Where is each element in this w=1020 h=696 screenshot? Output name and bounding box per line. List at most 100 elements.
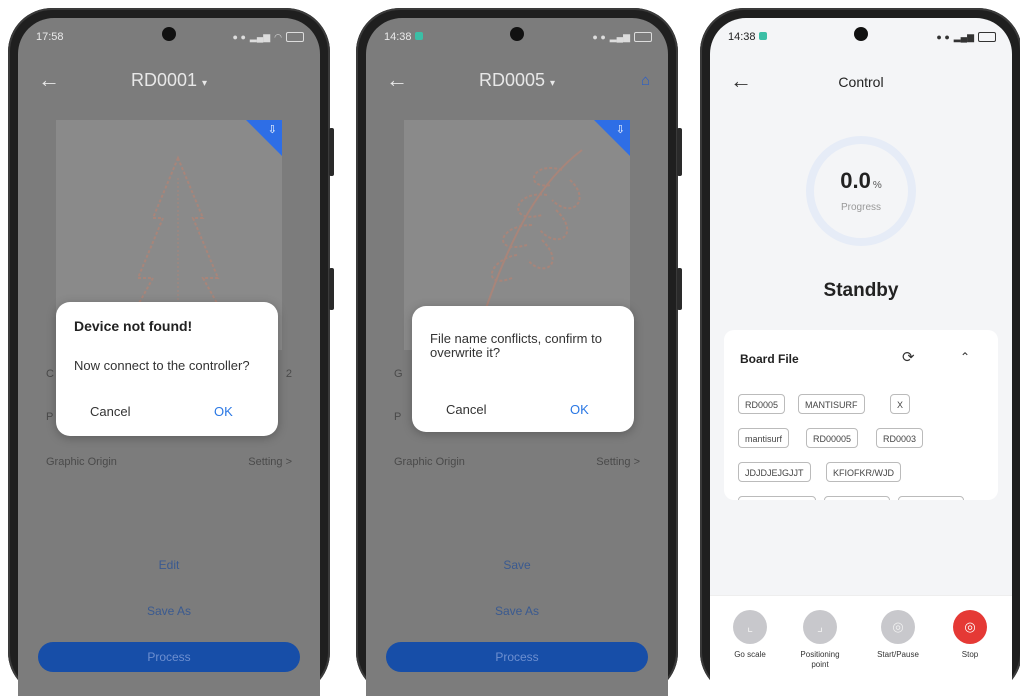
notification-icon: ● ● xyxy=(936,32,950,42)
status-time: 14:38 xyxy=(384,31,423,43)
graphic-origin-label: Graphic Origin xyxy=(46,456,117,468)
save-as-link[interactable]: Save As xyxy=(366,604,668,618)
progress-label: Progress xyxy=(840,202,881,213)
save-link[interactable]: Save xyxy=(366,558,668,572)
camera-icon xyxy=(162,27,176,41)
file-chip-partial[interactable] xyxy=(898,496,964,500)
status-time: 17:58 xyxy=(36,31,64,43)
positioning-point-icon: ⌟ xyxy=(803,610,837,644)
file-chip[interactable]: RD0003 xyxy=(876,428,924,448)
row-graphic-origin[interactable]: Graphic Origin Setting > xyxy=(394,456,640,468)
file-chip[interactable]: MANTISURF xyxy=(798,394,865,414)
file-chip[interactable]: RD0005 xyxy=(738,394,786,414)
power-button xyxy=(677,268,682,310)
go-scale-label: Go scale xyxy=(734,650,766,659)
status-icons: ● ● ▂▄▆ ◠ xyxy=(233,32,304,43)
board-file-title: Board File xyxy=(740,352,799,366)
dialog-ok-button[interactable]: OK xyxy=(570,402,589,417)
status-time: 14:38 xyxy=(728,31,767,43)
file-chip[interactable]: X xyxy=(890,394,911,414)
row-c-value: 2 xyxy=(285,368,292,380)
process-button[interactable]: Process xyxy=(38,642,300,672)
status-icons: ● ● ▂▄▆ xyxy=(592,32,652,43)
file-chip[interactable]: JDJDJEJGJJT xyxy=(738,462,811,482)
notification-icon: ● ● xyxy=(232,32,246,42)
power-button xyxy=(329,268,334,310)
go-scale-icon: ⌞ xyxy=(733,610,767,644)
leaf-design-image xyxy=(481,149,583,321)
signal-icon: ▂▄▆ xyxy=(953,31,974,42)
camera-icon xyxy=(854,27,868,41)
stop-label: Stop xyxy=(961,650,979,659)
go-scale-button[interactable]: ⌞ Go scale xyxy=(722,610,778,660)
row-c-label: C xyxy=(46,368,54,380)
row-g-label: G xyxy=(394,368,403,380)
device-not-found-dialog: Device not found! Now connect to the con… xyxy=(56,302,278,436)
screen: 14:38 ● ● ▂▄▆ ← RD0005 ▾ ⌂ ⇩ G P Graphic… xyxy=(366,18,668,696)
graphic-origin-setting[interactable]: Setting > xyxy=(596,456,640,468)
file-title[interactable]: RD0005 ▾ xyxy=(366,70,668,91)
camera-icon xyxy=(510,27,524,41)
file-title-text: RD0001 xyxy=(130,69,197,90)
screen: 14:38 ● ● ▂▄▆ ← Control 0.0% Progress St… xyxy=(710,18,1012,696)
edit-link[interactable]: Edit xyxy=(18,558,320,572)
volume-button xyxy=(677,128,682,176)
dialog-message: File name conflicts, confirm to overwrit… xyxy=(430,331,602,360)
laser-icon: ⇩ xyxy=(615,124,625,136)
phone-control: 14:38 ● ● ▂▄▆ ← Control 0.0% Progress St… xyxy=(700,8,1020,696)
caret-down-icon: ▾ xyxy=(202,77,208,89)
dialog-ok-button[interactable]: OK xyxy=(214,404,233,419)
file-title-text: RD0005 xyxy=(478,69,545,90)
screen: 17:58 ● ● ▂▄▆ ◠ ← RD0001 ▾ ⇩ C 2 P Graph… xyxy=(18,18,320,696)
chevron-up-icon[interactable]: ⌃ xyxy=(960,350,970,364)
caret-down-icon: ▾ xyxy=(550,77,556,89)
wifi-icon: ◠ xyxy=(274,31,282,42)
progress-unit: % xyxy=(872,180,882,191)
file-title[interactable]: RD0001 ▾ xyxy=(18,70,320,91)
chevron-right-icon: > xyxy=(633,456,640,468)
dialog-message: Now connect to the controller? xyxy=(74,358,250,373)
file-conflict-dialog: File name conflicts, confirm to overwrit… xyxy=(412,306,634,432)
file-chip[interactable]: mantisurf xyxy=(738,428,790,448)
start-pause-label: Start/Pause xyxy=(877,650,919,659)
page-title: Control xyxy=(838,74,884,90)
file-chip[interactable]: KFIOFKR/WJD xyxy=(826,462,901,482)
board-file-card: Board File ⟳ ⌃ RD0005 MANTISURF X mantis… xyxy=(724,330,998,500)
notification-icon: ● ● xyxy=(592,32,606,42)
top-bar: ← RD0005 ▾ ⌂ xyxy=(366,62,668,98)
volume-button xyxy=(329,128,334,176)
refresh-icon[interactable]: ⟳ xyxy=(902,348,915,366)
home-icon[interactable]: ⌂ xyxy=(641,72,650,89)
dialog-cancel-button[interactable]: Cancel xyxy=(90,404,130,419)
start-pause-button[interactable]: ◎ Start/Pause xyxy=(870,610,926,660)
battery-icon xyxy=(286,32,304,42)
status-icons: ● ● ▂▄▆ xyxy=(936,32,996,43)
row-p-label: P xyxy=(394,411,402,423)
graphic-origin-label: Graphic Origin xyxy=(394,456,465,468)
phone-device-not-found: 17:58 ● ● ▂▄▆ ◠ ← RD0001 ▾ ⇩ C 2 P Graph… xyxy=(8,8,334,696)
process-button[interactable]: Process xyxy=(386,642,648,672)
save-as-link[interactable]: Save As xyxy=(18,604,320,618)
row-graphic-origin[interactable]: Graphic Origin Setting > xyxy=(46,456,292,468)
stop-icon: ◎ xyxy=(953,610,987,644)
dialog-title: Device not found! xyxy=(74,318,193,334)
stop-button[interactable]: ◎ Stop xyxy=(942,610,998,660)
file-chip-partial[interactable] xyxy=(824,496,890,500)
chevron-right-icon: > xyxy=(285,456,292,468)
phone-file-conflict: 14:38 ● ● ▂▄▆ ← RD0005 ▾ ⌂ ⇩ G P Graphic… xyxy=(356,8,682,696)
battery-icon xyxy=(634,32,652,42)
graphic-origin-setting[interactable]: Setting > xyxy=(248,456,292,468)
signal-icon: ▂▄▆ xyxy=(249,31,271,42)
row-p-label: P xyxy=(46,411,54,423)
progress-value: 0.0% xyxy=(840,168,882,193)
positioning-point-button[interactable]: ⌟ Positioning point xyxy=(792,610,848,670)
dialog-cancel-button[interactable]: Cancel xyxy=(446,402,486,417)
laser-icon: ⇩ xyxy=(267,124,277,136)
control-action-bar: ⌞ Go scale ⌟ Positioning point ◎ Start/P… xyxy=(710,595,1012,696)
app-indicator-icon xyxy=(758,32,767,40)
file-chip[interactable]: RD00005 xyxy=(806,428,859,448)
start-pause-icon: ◎ xyxy=(881,610,915,644)
app-indicator-icon xyxy=(414,32,423,40)
file-chip-partial[interactable] xyxy=(738,496,816,500)
top-bar: ← RD0001 ▾ xyxy=(18,62,320,98)
